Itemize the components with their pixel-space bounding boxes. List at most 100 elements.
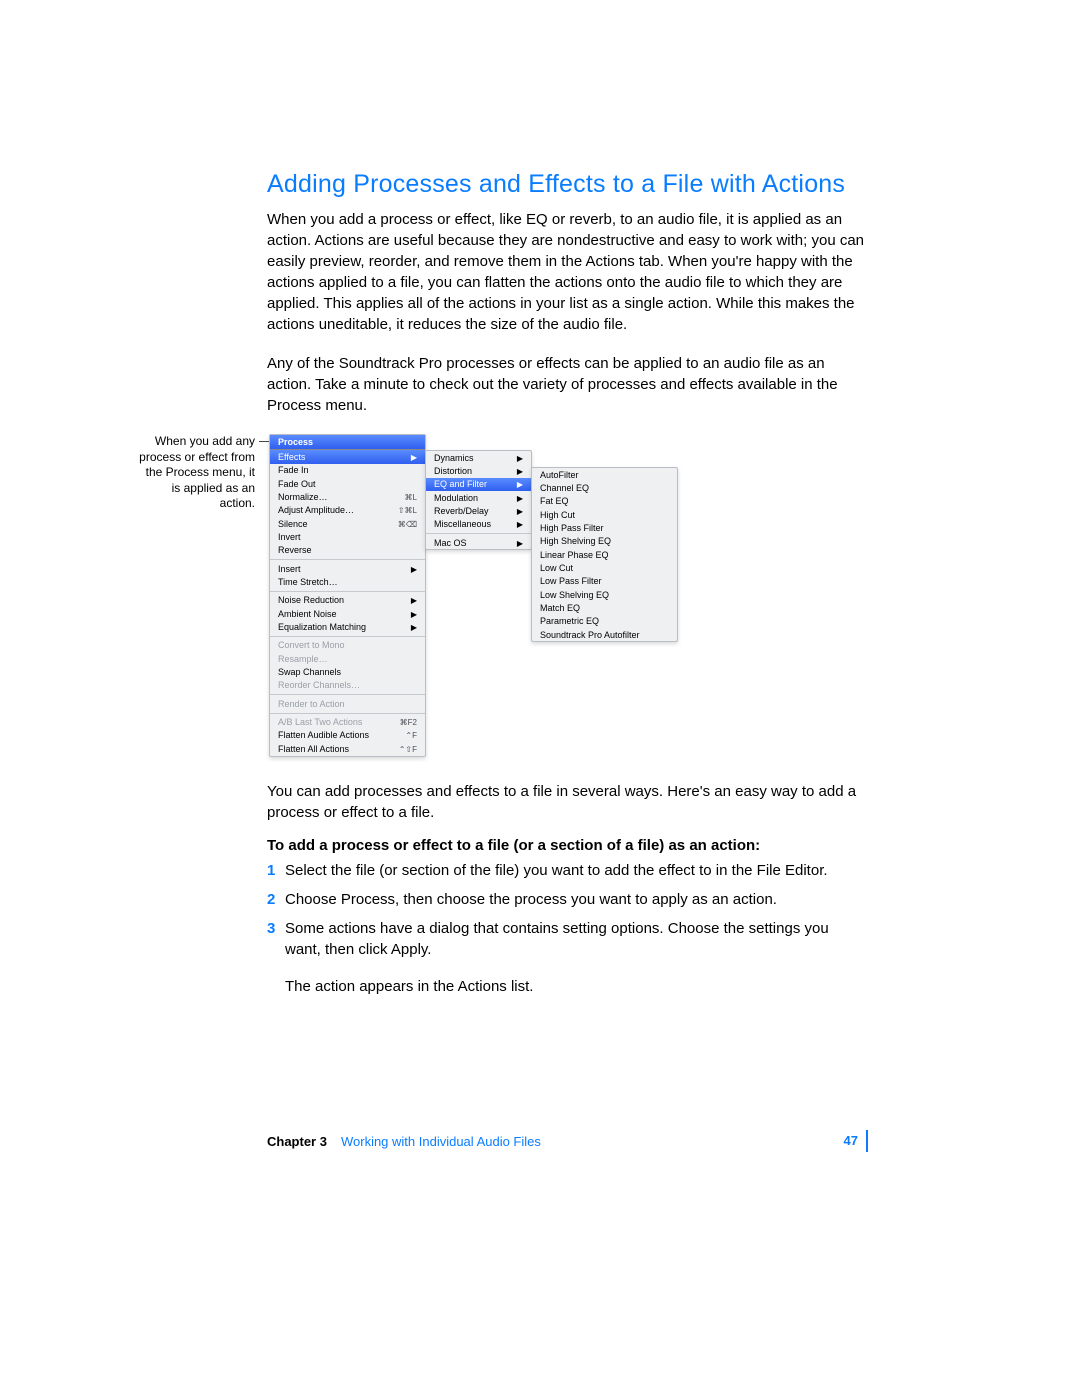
menu-item[interactable]: Reorder Channels…: [270, 679, 425, 692]
body-paragraph: Any of the Soundtrack Pro processes or e…: [267, 353, 864, 416]
menu-item[interactable]: Noise Reduction ▶: [270, 594, 425, 607]
menu-item[interactable]: Mac OS ▶: [426, 536, 531, 549]
menu-item[interactable]: Convert to Mono: [270, 639, 425, 652]
menu-item[interactable]: Parametric EQ: [532, 615, 677, 628]
menu-item[interactable]: Flatten Audible Actions⌃F: [270, 729, 425, 742]
menu-item-label: Mac OS: [434, 538, 467, 548]
menu-item-label: Low Shelving EQ: [540, 590, 609, 600]
menu-item-label: Modulation: [434, 493, 478, 503]
menu-item-shortcut: ⌘F2: [400, 718, 417, 727]
menu-item-label: Dynamics: [434, 453, 474, 463]
menu-item[interactable]: Flatten All Actions⌃⇧F: [270, 742, 425, 755]
menu-item[interactable]: Reverse: [270, 544, 425, 557]
menu-item-label: High Pass Filter: [540, 523, 604, 533]
menu-item-label: Invert: [278, 532, 301, 542]
step-item: 1Select the file (or section of the file…: [267, 860, 864, 881]
menu-item[interactable]: High Cut: [532, 508, 677, 521]
step-item: 2Choose Process, then choose the process…: [267, 889, 864, 910]
menu-item-label: Flatten Audible Actions: [278, 730, 369, 740]
menu-item[interactable]: Insert▶: [270, 562, 425, 575]
menu-item[interactable]: Effects▶: [270, 450, 425, 463]
menu-item[interactable]: Match EQ: [532, 601, 677, 614]
menu-item-shortcut: ⌘L: [405, 493, 417, 502]
menu-item-label: AutoFilter: [540, 470, 579, 480]
menu-item-label: Convert to Mono: [278, 640, 345, 650]
figure-menu-callout: When you add any process or effect from …: [137, 434, 864, 757]
menu-item[interactable]: Fade In: [270, 464, 425, 477]
menu-item[interactable]: Distortion▶: [426, 464, 531, 477]
body-paragraph: You can add processes and effects to a f…: [267, 781, 864, 823]
menu-item-label: Noise Reduction: [278, 595, 344, 605]
menu-item[interactable]: Normalize…⌘L: [270, 490, 425, 503]
menu-item-label: High Shelving EQ: [540, 536, 611, 546]
menu-item[interactable]: Invert: [270, 530, 425, 543]
menu-item[interactable]: High Shelving EQ: [532, 535, 677, 548]
section-heading: Adding Processes and Effects to a File w…: [267, 170, 864, 199]
menu-item-label: Channel EQ: [540, 483, 589, 493]
menu-item[interactable]: EQ and Filter▶: [426, 478, 531, 491]
menu-item-label: Insert: [278, 564, 301, 574]
footer-page-number: 47: [844, 1130, 868, 1152]
eq-filter-submenu-body: AutoFilter Channel EQ Fat EQHigh Cut High P…: [532, 468, 677, 641]
step-list: 1Select the file (or section of the file…: [267, 860, 864, 960]
process-menu-body: Effects▶Fade InFade OutNormalize…⌘LAdjus…: [270, 450, 425, 755]
menu-item-label: EQ and Filter: [434, 479, 487, 489]
menu-item[interactable]: Reverb/Delay▶: [426, 504, 531, 517]
menu-item-label: Low Pass Filter: [540, 576, 602, 586]
menu-item-label: Equalization Matching: [278, 622, 366, 632]
menu-item-label: Soundtrack Pro Autofilter: [540, 630, 640, 640]
submenu-arrow-icon: ▶: [411, 453, 417, 462]
menu-item[interactable]: Soundtrack Pro Autofilter: [532, 628, 677, 641]
menu-item[interactable]: Low Pass Filter: [532, 575, 677, 588]
menu-item[interactable]: Low Cut: [532, 561, 677, 574]
menu-item-label: Reverb/Delay: [434, 506, 489, 516]
menu-item[interactable]: Fat EQ: [532, 495, 677, 508]
menu-item[interactable]: Dynamics ▶: [426, 451, 531, 464]
menu-item[interactable]: AutoFilter: [532, 468, 677, 481]
menu-item-label: Fade Out: [278, 479, 316, 489]
menu-item[interactable]: A/B Last Two Actions ⌘F2: [270, 716, 425, 729]
menu-item-label: Swap Channels: [278, 667, 341, 677]
menu-item-shortcut: ⇧⌘L: [398, 506, 417, 515]
menu-item-label: Time Stretch…: [278, 577, 338, 587]
menu-item-label: Reverse: [278, 545, 312, 555]
body-paragraph: When you add a process or effect, like E…: [267, 209, 864, 335]
submenu-arrow-icon: ▶: [411, 596, 417, 605]
menu-item[interactable]: Fade Out: [270, 477, 425, 490]
menu-item[interactable]: Low Shelving EQ: [532, 588, 677, 601]
menu-item-label: Reorder Channels…: [278, 680, 360, 690]
menu-item-label: Silence: [278, 519, 308, 529]
menu-item[interactable]: Swap Channels: [270, 666, 425, 679]
figure-callout-text: When you add any process or effect from …: [137, 434, 261, 512]
effects-submenu: Dynamics▶Distortion▶EQ and Filter▶Modula…: [425, 450, 532, 550]
footer-chapter-title: Working with Individual Audio Files: [341, 1134, 541, 1149]
menu-item[interactable]: Resample…: [270, 652, 425, 665]
task-heading: To add a process or effect to a file (or…: [267, 837, 864, 854]
menu-item[interactable]: Equalization Matching▶: [270, 620, 425, 633]
menu-item[interactable]: Ambient Noise▶: [270, 607, 425, 620]
menu-item-label: Ambient Noise: [278, 609, 337, 619]
menu-item-label: Linear Phase EQ: [540, 550, 609, 560]
menu-item-label: Render to Action: [278, 699, 345, 709]
menu-item[interactable]: Channel EQ: [532, 481, 677, 494]
menu-item[interactable]: Miscellaneous▶: [426, 518, 531, 531]
menu-item[interactable]: Adjust Amplitude… ⇧⌘L: [270, 504, 425, 517]
menu-item[interactable]: High Pass Filter: [532, 521, 677, 534]
submenu-arrow-icon: ▶: [517, 539, 523, 548]
effects-submenu-body: Dynamics▶Distortion▶EQ and Filter▶Modula…: [426, 451, 531, 549]
menu-item[interactable]: Linear Phase EQ: [532, 548, 677, 561]
footer-chapter-label: Chapter 3: [267, 1134, 327, 1149]
menu-item[interactable]: Silence ⌘⌫: [270, 517, 425, 530]
menu-item[interactable]: Time Stretch…: [270, 575, 425, 588]
process-menu-title: Process: [270, 435, 425, 450]
menu-item-shortcut: ⌘⌫: [398, 520, 417, 529]
submenu-arrow-icon: ▶: [517, 467, 523, 476]
menu-item-label: Adjust Amplitude…: [278, 505, 354, 515]
submenu-arrow-icon: ▶: [517, 494, 523, 503]
menu-item[interactable]: Modulation ▶: [426, 491, 531, 504]
page-footer: Chapter 3 Working with Individual Audio …: [267, 1130, 868, 1152]
menu-item-label: Resample…: [278, 654, 328, 664]
menu-item-label: A/B Last Two Actions: [278, 717, 362, 727]
menu-item[interactable]: Render to Action: [270, 697, 425, 710]
submenu-arrow-icon: ▶: [517, 454, 523, 463]
